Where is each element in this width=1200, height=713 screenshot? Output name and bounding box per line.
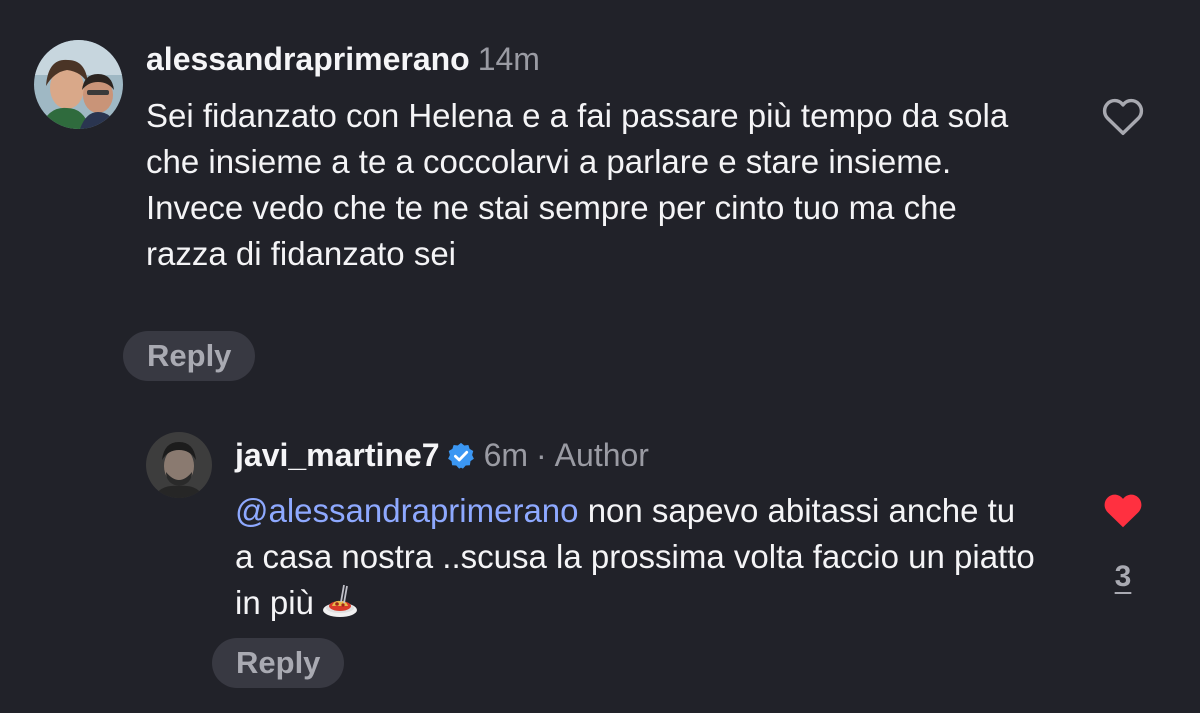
comment-text: Sei fidanzato con Helena e a fai passare…	[146, 93, 1026, 277]
reply-text: @alessandraprimerano non sapevo abitassi…	[235, 488, 1035, 634]
comment-body: Sei fidanzato con Helena e a fai passare…	[146, 97, 1009, 272]
like-count[interactable]: 3	[1100, 560, 1146, 594]
author-label: Author	[554, 437, 649, 473]
comment: alessandraprimerano 14m Sei fidanzato con…	[0, 0, 1200, 400]
like-button[interactable]	[1101, 490, 1145, 535]
like-button[interactable]	[1101, 96, 1145, 141]
avatar[interactable]	[146, 432, 212, 498]
timestamp: 6m	[483, 437, 529, 473]
heart-filled-icon	[1104, 494, 1142, 528]
heart-outline-icon	[1102, 98, 1144, 135]
verified-badge-icon	[446, 440, 476, 480]
avatar-photo	[34, 40, 123, 129]
reply-button[interactable]: Reply	[123, 331, 256, 381]
avatar-photo	[146, 432, 212, 498]
comment-header: alessandraprimerano 14m	[146, 39, 540, 79]
username[interactable]: alessandraprimerano	[146, 41, 470, 77]
reply-button[interactable]: Reply	[212, 638, 345, 688]
mention-link[interactable]: @alessandraprimerano	[235, 492, 579, 529]
username[interactable]: javi_martine7	[235, 437, 440, 473]
separator: ·	[536, 437, 547, 473]
timestamp: 14m	[477, 41, 540, 77]
spaghetti-icon	[320, 582, 360, 634]
avatar[interactable]	[34, 40, 123, 129]
reply: javi_martine7 6m · Author @alessandraprimer…	[0, 410, 1200, 713]
reply-header: javi_martine7 6m · Author	[235, 435, 649, 480]
